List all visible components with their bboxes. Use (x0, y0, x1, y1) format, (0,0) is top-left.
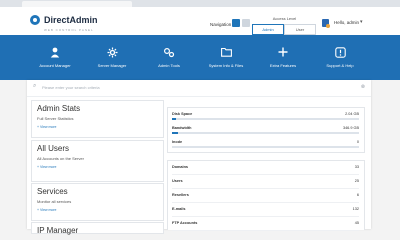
count-row-emails: E-mails 132 (172, 203, 359, 217)
usage-bar (172, 146, 359, 148)
account-counts: Domains 33 Users 25 Resellers 6 E-mails … (167, 160, 365, 231)
panel-title: IP Manager (37, 226, 79, 235)
dashboard-card: ⌕ Please enter your search criteria ⊗ Ad… (27, 80, 371, 235)
count-value: 6 (356, 193, 359, 197)
usage-value: 2.04 GB (345, 112, 359, 116)
panel-title: All Users (37, 144, 70, 153)
main-menu-banner: Account Manager Server Manager Admin Too… (0, 35, 400, 80)
plus-icon (253, 47, 313, 59)
count-row-users: Users 25 (172, 175, 359, 189)
gears-icon (139, 47, 199, 59)
navigation-label: Navigation (210, 22, 232, 27)
usage-label: Inode (172, 140, 183, 144)
menu-support-help[interactable]: Support & Help (310, 47, 370, 68)
menu-label: Admin Tools (158, 63, 180, 68)
count-value: 45 (354, 221, 359, 225)
usage-bar (172, 132, 359, 134)
menu-system-info[interactable]: System Info & Files (196, 47, 256, 68)
search-icon: ⌕ (33, 83, 37, 89)
menu-account-manager[interactable]: Account Manager (25, 47, 85, 68)
user-greeting: Hello, admin (334, 20, 360, 25)
menu-server-manager[interactable]: Server Manager (82, 47, 142, 68)
menu-extra-features[interactable]: Extra Features (253, 47, 313, 68)
menu-admin-tools[interactable]: Admin Tools (139, 47, 199, 68)
count-row-resellers: Resellers 6 (172, 189, 359, 203)
usage-row-bandwidth: Bandwidth 346.9 GB (172, 125, 359, 137)
chevron-down-icon: ▾ (360, 19, 363, 25)
panel-desc: All Accounts on the Server (37, 156, 84, 161)
logo-text: DirectAdmin (44, 14, 98, 25)
usage-bar-fill (172, 118, 176, 120)
panel-admin-stats[interactable]: Admin Stats Full Server Statistics + Vie… (31, 100, 164, 138)
list-view-icon[interactable] (242, 19, 250, 27)
panel-ip-manager[interactable]: IP Manager (31, 222, 164, 235)
access-level-label: Access Level (272, 16, 297, 21)
folder-icon (196, 47, 256, 59)
logo[interactable]: DirectAdmin (30, 15, 98, 25)
close-icon[interactable]: ⊗ (361, 84, 365, 90)
menu-label: Account Manager (39, 63, 71, 68)
count-label: Domains (172, 165, 189, 169)
menu-label: System Info & Files (208, 63, 244, 68)
panel-desc: Monitor all services (37, 199, 72, 204)
top-header: DirectAdmin WEB CONTROL PANEL Navigation… (0, 7, 400, 36)
usage-row-inode: Inode 0 (172, 139, 359, 151)
count-label: E-mails (172, 207, 186, 211)
logo-subtitle: WEB CONTROL PANEL (44, 28, 94, 32)
usage-row-disk: Disk Space 2.04 GB (172, 111, 359, 123)
grid-view-icon[interactable] (232, 19, 240, 27)
usage-value: 0 (356, 140, 359, 144)
menu-label: Support & Help (326, 63, 354, 68)
help-icon (310, 47, 370, 59)
view-more-link[interactable]: + View more (37, 208, 57, 212)
access-level: Access Level Admin User (252, 16, 317, 36)
count-value: 132 (352, 207, 359, 211)
access-user-button[interactable]: User (284, 24, 316, 35)
view-more-link[interactable]: + View more (37, 125, 57, 129)
directadmin-logo-icon (30, 15, 40, 25)
usage-stats: Disk Space 2.04 GB Bandwidth 346.9 GB In… (167, 107, 365, 153)
usage-value: 346.9 GB (342, 126, 359, 130)
usage-label: Bandwidth (172, 126, 192, 130)
usage-bar (172, 118, 359, 120)
usage-label: Disk Space (172, 112, 193, 116)
notification-badge (326, 24, 330, 28)
view-more-link[interactable]: + View more (37, 165, 57, 169)
usage-bar-fill (172, 132, 178, 134)
panel-all-users[interactable]: All Users All Accounts on the Server + V… (31, 140, 164, 182)
count-row-domains: Domains 33 (172, 161, 359, 175)
count-label: Users (172, 179, 183, 183)
menu-label: Server Manager (97, 63, 127, 68)
access-admin-button[interactable]: Admin (252, 24, 284, 35)
panel-title: Services (37, 187, 68, 196)
count-value: 25 (354, 179, 359, 183)
count-label: FTP Accounts (172, 221, 198, 225)
server-icon (82, 47, 142, 59)
count-label: Resellers (172, 193, 189, 197)
count-value: 33 (354, 165, 359, 169)
menu-label: Extra Features (269, 63, 297, 68)
panel-desc: Full Server Statistics (37, 116, 74, 121)
panel-services[interactable]: Services Monitor all services + View mor… (31, 183, 164, 221)
user-icon (25, 47, 85, 59)
panel-title: Admin Stats (37, 104, 81, 113)
count-row-ftp: FTP Accounts 45 (172, 217, 359, 231)
search-input[interactable]: Please enter your search criteria (42, 85, 100, 90)
search-bar[interactable]: ⌕ Please enter your search criteria ⊗ (27, 80, 371, 97)
